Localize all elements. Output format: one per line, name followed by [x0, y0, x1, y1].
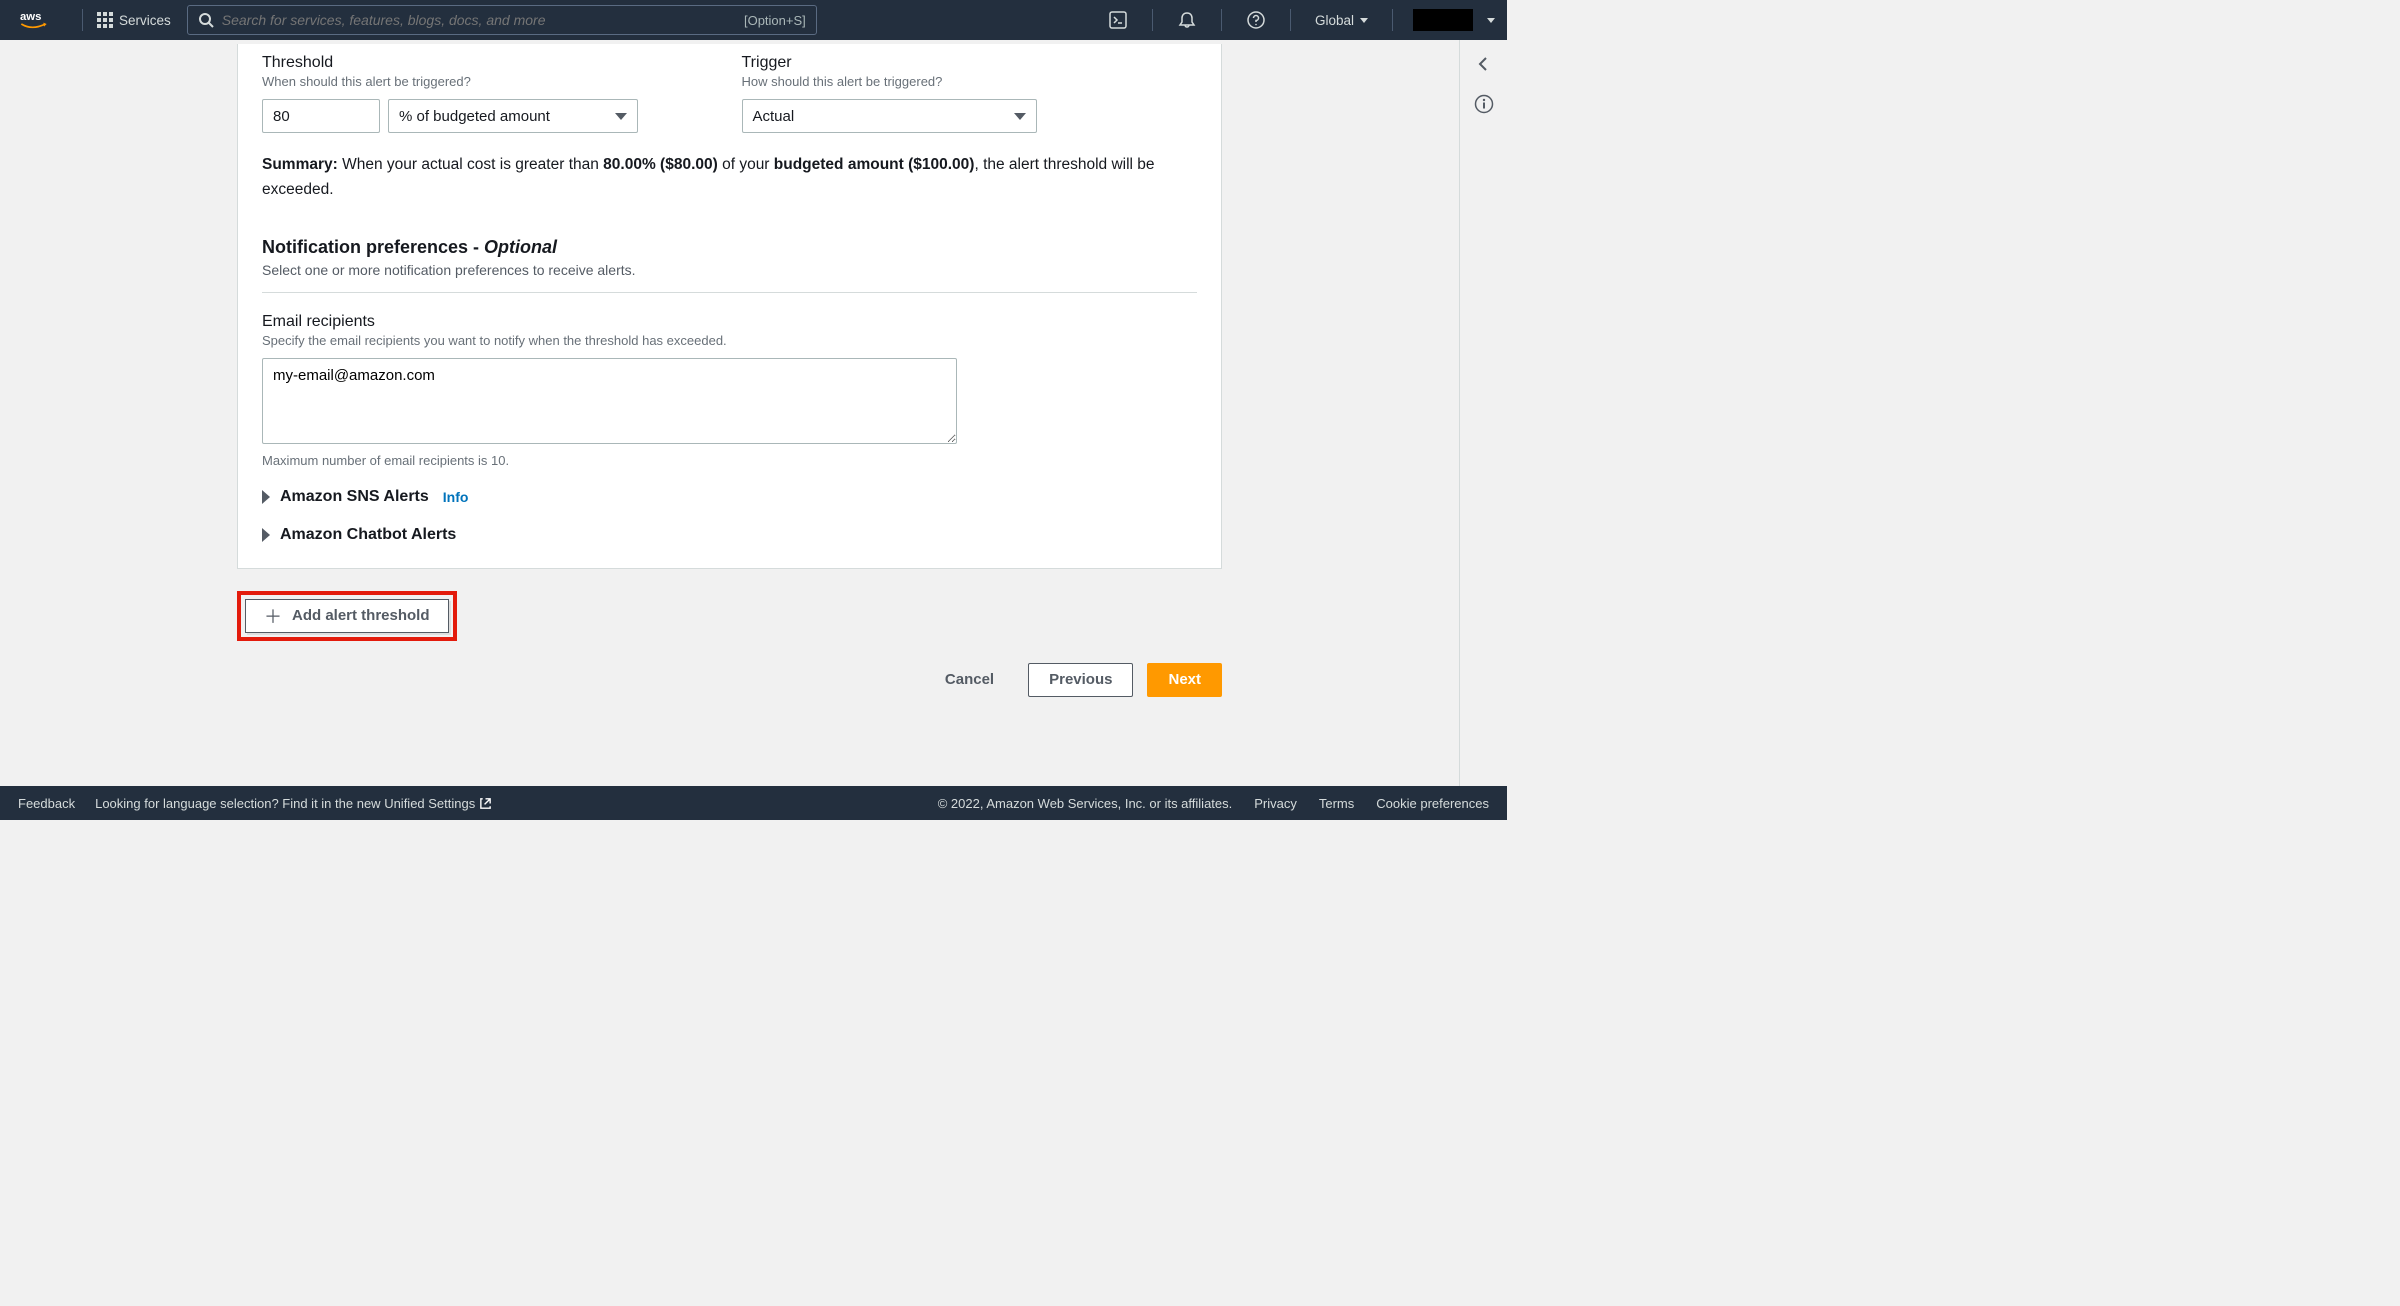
email-label: Email recipients — [262, 313, 1197, 331]
external-link-icon — [479, 797, 492, 810]
nav-divider — [82, 9, 83, 31]
global-search[interactable]: [Option+S] — [187, 5, 817, 35]
copyright: © 2022, Amazon Web Services, Inc. or its… — [938, 796, 1233, 811]
chevron-down-icon — [615, 113, 627, 120]
sns-info-link[interactable]: Info — [443, 489, 469, 505]
alert-config-panel: Threshold When should this alert be trig… — [237, 44, 1222, 569]
privacy-link[interactable]: Privacy — [1254, 796, 1297, 811]
svg-text:aws: aws — [20, 11, 41, 23]
trigger-value: Actual — [753, 108, 795, 125]
aws-logo[interactable]: aws — [12, 0, 68, 40]
notification-prefs-heading: Notification preferences - Optional — [262, 237, 1197, 258]
account-name-redacted[interactable] — [1413, 9, 1473, 31]
trigger-help: How should this alert be triggered? — [742, 74, 1198, 89]
trigger-select[interactable]: Actual — [742, 99, 1037, 133]
page-footer: Feedback Looking for language selection?… — [0, 786, 1507, 820]
info-rail-button[interactable] — [1470, 90, 1498, 118]
top-nav: aws Services [Option+S] Global — [0, 0, 1507, 40]
grid-icon — [97, 12, 113, 28]
notification-prefs-desc: Select one or more notification preferen… — [262, 262, 1197, 278]
plus-icon: ＋ — [264, 603, 282, 629]
divider — [262, 292, 1197, 293]
terms-link[interactable]: Terms — [1319, 796, 1354, 811]
notifications-icon[interactable] — [1167, 0, 1207, 40]
threshold-value-input[interactable] — [262, 99, 380, 133]
add-threshold-highlight: ＋ Add alert threshold — [237, 591, 457, 641]
email-help: Specify the email recipients you want to… — [262, 333, 1197, 348]
sns-alerts-expander[interactable]: Amazon SNS Alerts Info — [262, 488, 1197, 506]
search-shortcut: [Option+S] — [744, 13, 806, 28]
next-button[interactable]: Next — [1147, 663, 1222, 697]
email-recipients-input[interactable] — [262, 358, 957, 444]
chatbot-alerts-expander[interactable]: Amazon Chatbot Alerts — [262, 526, 1197, 544]
trigger-label: Trigger — [742, 54, 1198, 72]
nav-divider — [1392, 9, 1393, 31]
cookie-prefs-link[interactable]: Cookie preferences — [1376, 796, 1489, 811]
nav-divider — [1152, 9, 1153, 31]
services-label: Services — [119, 13, 171, 28]
search-icon — [198, 12, 214, 28]
nav-divider — [1290, 9, 1291, 31]
chevron-down-icon — [1487, 18, 1495, 23]
add-alert-threshold-button[interactable]: ＋ Add alert threshold — [245, 599, 449, 633]
threshold-help: When should this alert be triggered? — [262, 74, 718, 89]
help-icon[interactable] — [1236, 0, 1276, 40]
region-label: Global — [1315, 13, 1354, 28]
chevron-down-icon — [1360, 18, 1368, 23]
sns-alerts-label: Amazon SNS Alerts — [280, 488, 429, 506]
region-selector[interactable]: Global — [1305, 13, 1378, 28]
previous-button[interactable]: Previous — [1028, 663, 1133, 697]
threshold-unit-value: % of budgeted amount — [399, 108, 550, 125]
feedback-link[interactable]: Feedback — [18, 796, 75, 811]
email-hint: Maximum number of email recipients is 10… — [262, 453, 1197, 468]
wizard-footer-buttons: Cancel Previous Next — [237, 663, 1222, 697]
cancel-button[interactable]: Cancel — [925, 663, 1014, 697]
lang-hint: Looking for language selection? Find it … — [95, 796, 492, 811]
search-input[interactable] — [222, 12, 744, 28]
collapse-rail-button[interactable] — [1470, 50, 1498, 78]
cloudshell-icon[interactable] — [1098, 0, 1138, 40]
threshold-unit-select[interactable]: % of budgeted amount — [388, 99, 638, 133]
chevron-down-icon — [1014, 113, 1026, 120]
caret-right-icon — [262, 528, 270, 542]
caret-right-icon — [262, 490, 270, 504]
alert-summary: Summary: When your actual cost is greate… — [262, 153, 1197, 203]
right-rail — [1459, 40, 1507, 786]
threshold-label: Threshold — [262, 54, 718, 72]
unified-settings-link[interactable]: Unified Settings — [384, 796, 492, 811]
chatbot-alerts-label: Amazon Chatbot Alerts — [280, 526, 456, 544]
add-alert-threshold-label: Add alert threshold — [292, 607, 430, 624]
nav-divider — [1221, 9, 1222, 31]
services-menu[interactable]: Services — [97, 12, 171, 28]
